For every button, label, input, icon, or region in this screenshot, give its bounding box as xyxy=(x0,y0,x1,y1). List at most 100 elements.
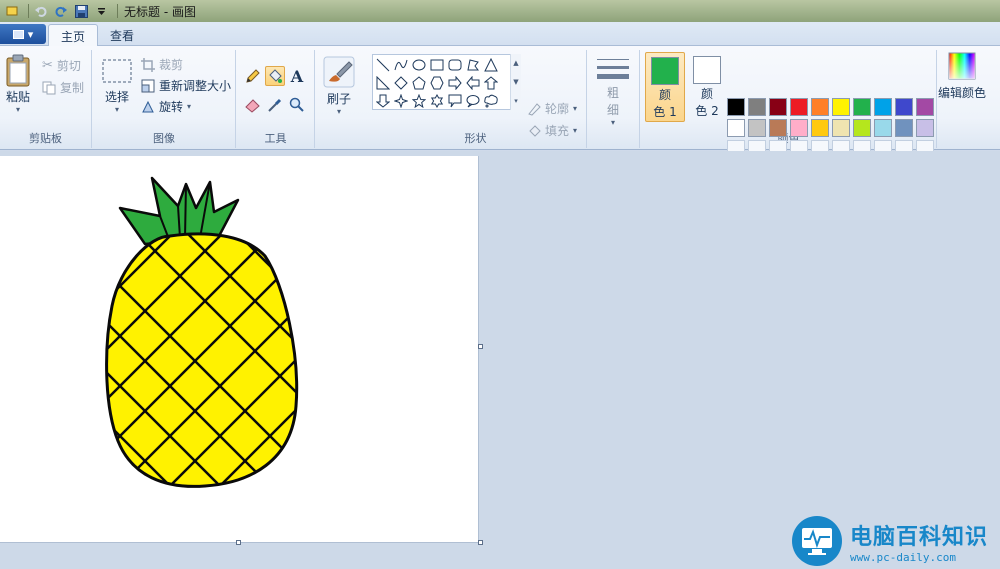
line-width-icon xyxy=(597,59,629,79)
palette-swatch[interactable] xyxy=(748,98,766,116)
pencil-tool[interactable] xyxy=(243,66,263,86)
color-wheel-icon xyxy=(948,52,976,80)
hexagon-shape[interactable] xyxy=(428,74,446,92)
color-picker-tool[interactable] xyxy=(265,95,285,115)
tab-home[interactable]: 主页 xyxy=(48,24,99,47)
color1-label-line1: 颜 xyxy=(658,88,671,102)
paste-button[interactable]: 粘贴 ▾ xyxy=(4,54,32,114)
palette-swatch[interactable] xyxy=(811,119,829,137)
diamond-shape[interactable] xyxy=(392,74,410,92)
rotate-icon xyxy=(142,100,154,112)
rectangle-icon xyxy=(430,59,444,71)
resize-handle-corner[interactable] xyxy=(478,540,483,545)
resize-icon xyxy=(141,79,155,92)
fill-label: 填充 xyxy=(545,124,570,138)
undo-icon[interactable] xyxy=(33,3,49,19)
paste-label: 粘贴 xyxy=(5,90,30,104)
palette-swatch[interactable] xyxy=(916,119,934,137)
selection-icon xyxy=(102,59,132,83)
fill-tool[interactable] xyxy=(265,66,285,86)
drawing-canvas[interactable] xyxy=(0,156,479,543)
ribbon-tabs: ▾ 主页 查看 xyxy=(0,22,1000,47)
resize-handle-right[interactable] xyxy=(478,344,483,349)
oval-shape[interactable] xyxy=(410,56,428,74)
app-menu-icon[interactable] xyxy=(4,3,20,19)
eraser-tool[interactable] xyxy=(243,95,263,115)
right-triangle-shape[interactable] xyxy=(374,74,392,92)
down-arrow-shape[interactable] xyxy=(374,92,392,110)
palette-swatch[interactable] xyxy=(769,119,787,137)
outline-button[interactable]: 轮廓 ▾ xyxy=(527,100,577,117)
text-tool[interactable]: A xyxy=(287,66,307,86)
fill-button[interactable]: 填充 ▾ xyxy=(527,122,577,139)
crop-label: 裁剪 xyxy=(159,58,184,72)
separator xyxy=(28,4,29,18)
watermark-url: www.pc-daily.com xyxy=(850,550,956,564)
save-icon[interactable] xyxy=(73,3,89,19)
palette-swatch[interactable] xyxy=(916,98,934,116)
palette-swatch[interactable] xyxy=(895,98,913,116)
line-icon xyxy=(376,58,390,72)
cut-button[interactable]: ✂ 剪切 xyxy=(42,57,81,74)
copy-button[interactable]: 复制 xyxy=(42,79,84,96)
oval-callout-shape[interactable] xyxy=(464,92,482,110)
line-shape[interactable] xyxy=(374,56,392,74)
brushes-label: 刷子 xyxy=(326,92,351,106)
down-arrow-icon xyxy=(376,94,390,108)
edit-colors-button[interactable]: 编辑颜色 xyxy=(938,52,986,101)
curve-shape[interactable] xyxy=(392,56,410,74)
palette-swatch[interactable] xyxy=(727,98,745,116)
palette-swatch[interactable] xyxy=(727,119,745,137)
palette-swatch[interactable] xyxy=(748,119,766,137)
brush-icon xyxy=(323,56,355,88)
palette-swatch[interactable] xyxy=(853,98,871,116)
select-button[interactable]: 选择 ▾ xyxy=(101,58,133,114)
resize-handle-bottom[interactable] xyxy=(236,540,241,545)
six-point-star-shape[interactable] xyxy=(428,92,446,110)
left-arrow-shape[interactable] xyxy=(464,74,482,92)
up-arrow-shape[interactable] xyxy=(482,74,500,92)
rectangle-shape[interactable] xyxy=(428,56,446,74)
palette-swatch[interactable] xyxy=(895,119,913,137)
shapes-gallery-scroll[interactable]: ▲ ▼ ▾ xyxy=(510,54,521,110)
pentagon-shape[interactable] xyxy=(410,74,428,92)
five-point-star-shape[interactable] xyxy=(410,92,428,110)
monitor-logo-icon xyxy=(792,516,842,566)
triangle-shape[interactable] xyxy=(482,56,500,74)
palette-swatch[interactable] xyxy=(790,119,808,137)
color2-button[interactable]: 颜 色 2 xyxy=(688,52,726,122)
tab-view[interactable]: 查看 xyxy=(98,24,146,47)
rounded-rectangle-shape[interactable] xyxy=(446,56,464,74)
cloud-callout-shape[interactable] xyxy=(482,92,500,110)
brushes-button[interactable]: 刷子 ▾ xyxy=(323,56,355,116)
gallery-expand-icon[interactable]: ▾ xyxy=(514,97,518,105)
palette-swatch[interactable] xyxy=(769,98,787,116)
right-arrow-shape[interactable] xyxy=(446,74,464,92)
rotate-button[interactable]: 旋转 ▾ xyxy=(141,98,191,115)
palette-swatch[interactable] xyxy=(874,98,892,116)
oval-icon xyxy=(412,59,426,71)
customize-toolbar-icon[interactable] xyxy=(93,3,109,19)
paint-menu-button[interactable]: ▾ xyxy=(0,24,46,44)
four-point-star-shape[interactable] xyxy=(392,92,410,110)
polygon-shape[interactable] xyxy=(464,56,482,74)
chevron-down-icon: ▾ xyxy=(15,105,20,114)
resize-label: 重新调整大小 xyxy=(159,79,232,93)
palette-swatch[interactable] xyxy=(874,119,892,137)
up-arrow-icon xyxy=(484,76,498,90)
palette-swatch[interactable] xyxy=(832,119,850,137)
crop-button[interactable]: 裁剪 xyxy=(141,56,183,73)
redo-icon[interactable] xyxy=(53,3,69,19)
resize-button[interactable]: 重新调整大小 xyxy=(141,77,231,94)
color1-button[interactable]: 颜 色 1 xyxy=(645,52,685,122)
size-button[interactable]: 粗 细 ▾ xyxy=(597,56,629,127)
rect-callout-shape[interactable] xyxy=(446,92,464,110)
palette-swatch[interactable] xyxy=(853,119,871,137)
scroll-down-icon[interactable]: ▼ xyxy=(513,78,518,86)
palette-swatch[interactable] xyxy=(832,98,850,116)
palette-swatch[interactable] xyxy=(811,98,829,116)
magnifier-tool[interactable] xyxy=(287,95,307,115)
scissors-icon: ✂ xyxy=(42,58,53,73)
palette-swatch[interactable] xyxy=(790,98,808,116)
scroll-up-icon[interactable]: ▲ xyxy=(513,59,518,67)
